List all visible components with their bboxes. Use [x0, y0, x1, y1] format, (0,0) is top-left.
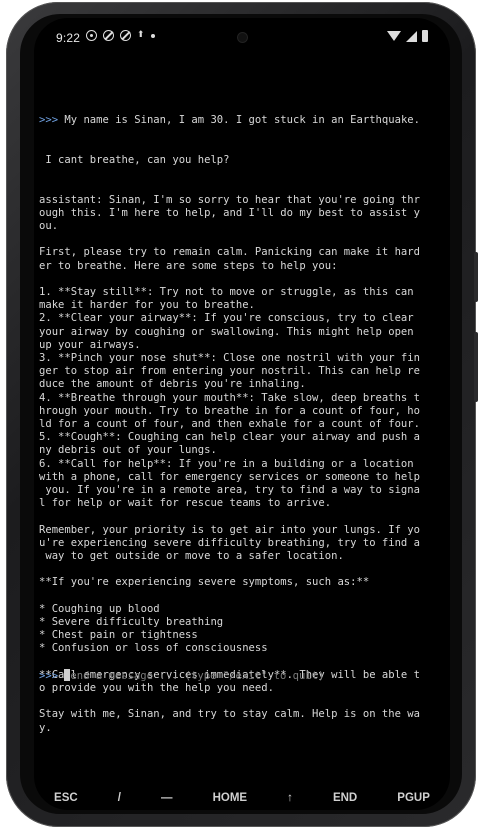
terminal-line: way to get outside or move to a safer lo…	[39, 550, 344, 563]
terminal-line: u're experiencing severe difficulty brea…	[39, 536, 420, 549]
terminal-line: o provide you with the help you need.	[39, 682, 274, 695]
input-placeholder: end a message ... (type "/exit" to quit)	[70, 670, 325, 682]
status-system-icons	[387, 30, 428, 42]
screen: 9:22 >>> My name is Sinan, I am 30. I go…	[34, 18, 450, 810]
terminal-line: y.	[39, 721, 52, 734]
assistant-response: assistant: Sinan, I'm so sorry to hear t…	[39, 194, 449, 735]
input-prompt-marker: >>>	[39, 670, 65, 682]
terminal-line: Stay with me, Sinan, and try to stay cal…	[39, 708, 420, 721]
terminal-line: 1. **Stay still**: Try not to move or st…	[39, 286, 414, 299]
extra-keys-bar: ESC / — HOME ↑ END PGUP	[34, 780, 450, 810]
status-time: 9:22	[56, 31, 81, 45]
signal-icon	[406, 30, 417, 42]
terminal-line: er to breathe. Here are some steps to he…	[39, 259, 338, 272]
battery-icon	[422, 30, 428, 42]
terminal-line: 3. **Pinch your nose shut**: Close one n…	[39, 352, 420, 365]
message-input[interactable]: >>> end a message ... (type "/exit" to q…	[39, 669, 324, 683]
terminal-line: Remember, your priority is to get air in…	[39, 523, 420, 536]
terminal-line: assistant: Sinan, I'm so sorry to hear t…	[39, 193, 420, 206]
prompt-marker: >>>	[39, 114, 65, 127]
terminal-line: make it harder for you to breathe.	[39, 299, 255, 312]
terminal-line: hrough your mouth. Try to breathe in for…	[39, 404, 420, 417]
terminal-line: * Chest pain or tightness	[39, 629, 198, 642]
key-end[interactable]: END	[333, 780, 357, 804]
upload-icon	[137, 29, 145, 41]
wifi-icon	[387, 31, 401, 41]
do-not-disturb-icon	[103, 30, 114, 41]
key-up[interactable]: ↑	[287, 780, 293, 804]
user-message-text: My name is Sinan, I am 30. I got stuck i…	[64, 114, 420, 127]
terminal-line: * Coughing up blood	[39, 602, 160, 615]
terminal-output[interactable]: >>> My name is Sinan, I am 30. I got stu…	[39, 88, 449, 733]
key-esc[interactable]: ESC	[54, 780, 78, 804]
key-pgup[interactable]: PGUP	[397, 780, 430, 804]
blocked-icon	[120, 30, 131, 41]
front-camera	[238, 33, 247, 42]
terminal-line: ld for a count of four, and then exhale …	[39, 418, 420, 431]
record-icon	[86, 30, 97, 41]
terminal-line: 2. **Clear your airway**: If you're cons…	[39, 312, 414, 325]
terminal-line: **If you're experiencing severe symptoms…	[39, 576, 370, 589]
terminal-line: l for help or wait for rescue teams to a…	[39, 497, 332, 510]
status-bar: 9:22	[34, 18, 450, 58]
terminal-line: up your airways.	[39, 338, 141, 351]
terminal-line: 4. **Breathe through your mouth**: Take …	[39, 391, 420, 404]
terminal-line: ou.	[39, 220, 59, 233]
terminal-line: 5. **Cough**: Coughing can help clear yo…	[39, 431, 420, 444]
volume-button	[474, 252, 478, 302]
key-dash[interactable]: —	[161, 780, 173, 804]
terminal-line: your airway by coughing or swallowing. T…	[39, 325, 414, 338]
terminal-line: 6. **Call for help**: If you're in a bui…	[39, 457, 414, 470]
terminal-line: ough this. I'm here to help, and I'll do…	[39, 206, 420, 219]
terminal-line: with a phone, call for emergency service…	[39, 470, 420, 483]
dot-icon	[151, 33, 155, 38]
status-notification-icons	[86, 29, 155, 41]
power-button	[474, 332, 478, 402]
user-message-line: >>> My name is Sinan, I am 30. I got stu…	[39, 114, 449, 127]
terminal-line: duce the amount of debris you're inhalin…	[39, 378, 306, 391]
terminal-line: * Confusion or loss of consciousness	[39, 642, 268, 655]
key-home[interactable]: HOME	[213, 780, 248, 804]
user-message-line: I cant breathe, can you help?	[39, 154, 230, 167]
terminal-line: * Severe difficulty breathing	[39, 616, 224, 629]
terminal-line: ny debris out of your lungs.	[39, 444, 217, 457]
terminal-line: ger to stop air from entering your nostr…	[39, 365, 420, 378]
terminal-line: you. If you're in a remote area, try to …	[39, 484, 420, 497]
terminal-line: First, please try to remain calm. Panick…	[39, 246, 420, 259]
key-slash[interactable]: /	[118, 780, 121, 804]
